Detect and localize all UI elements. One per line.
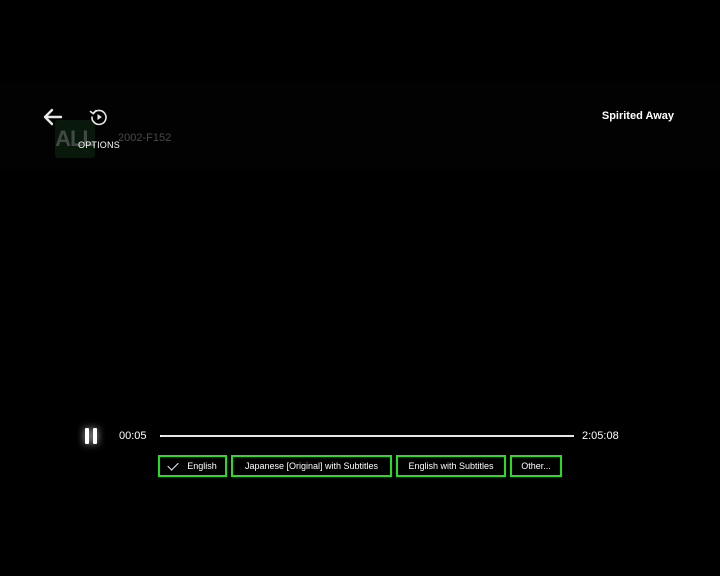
- audio-option-japanese-subtitles[interactable]: Japanese [Original] with Subtitles: [231, 455, 392, 477]
- video-player: ALL 2002-F152 OPTIONS Spirited Away 00:0…: [0, 0, 720, 576]
- options-button[interactable]: [89, 107, 109, 127]
- audio-option-label: Japanese [Original] with Subtitles: [244, 461, 379, 471]
- progress-scrubber[interactable]: [160, 435, 574, 437]
- watermark-code: 2002-F152: [118, 132, 172, 144]
- back-button[interactable]: [42, 106, 64, 128]
- audio-subtitle-options: English Japanese [Original] with Subtitl…: [158, 455, 562, 477]
- audio-option-label: English with Subtitles: [408, 461, 494, 471]
- audio-option-label: English: [187, 461, 217, 471]
- total-time: 2:05:08: [582, 430, 619, 442]
- audio-option-label: Other...: [521, 461, 551, 471]
- audio-option-english-subtitles[interactable]: English with Subtitles: [396, 455, 506, 477]
- audio-option-english[interactable]: English: [158, 455, 227, 477]
- video-title: Spirited Away: [601, 110, 674, 122]
- current-time: 00:05: [119, 430, 147, 442]
- checkmark-icon: [167, 458, 179, 471]
- pause-icon-bar: [93, 428, 97, 444]
- pause-button[interactable]: [80, 425, 102, 447]
- pause-icon: [85, 428, 89, 444]
- audio-option-other[interactable]: Other...: [510, 455, 562, 477]
- replay-icon: [89, 109, 107, 126]
- options-label: OPTIONS: [78, 140, 120, 150]
- arrow-left-icon: [43, 108, 63, 126]
